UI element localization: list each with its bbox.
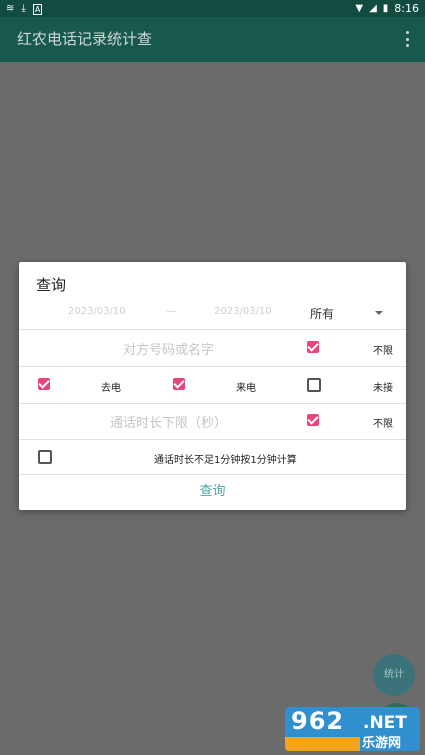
app-bar: 红农电话记录统计查 bbox=[0, 17, 425, 62]
query-dialog: 查询 2023/03/10 — 2023/03/10 所有 对方号码或名字 不限… bbox=[19, 262, 406, 510]
rounding-checkbox[interactable] bbox=[38, 450, 52, 464]
start-date-picker[interactable]: 2023/03/10 bbox=[68, 306, 126, 317]
missed-checkbox[interactable] bbox=[307, 378, 321, 392]
status-bar: ≋ ⤓ A ▼ ◢ ▮ 8:16 bbox=[0, 0, 425, 17]
call-type-select[interactable]: 所有 bbox=[310, 305, 334, 322]
stats-button[interactable]: 统计 bbox=[373, 654, 415, 696]
contact-input[interactable]: 对方号码或名字 bbox=[123, 339, 214, 358]
duration-input[interactable]: 通话时长下限（秒） bbox=[110, 412, 227, 431]
overflow-menu-icon[interactable] bbox=[403, 29, 411, 49]
end-date-picker[interactable]: 2023/03/10 bbox=[214, 306, 272, 317]
query-button[interactable]: 查询 bbox=[19, 474, 406, 510]
incoming-label: 来电 bbox=[236, 383, 256, 394]
outgoing-label: 去电 bbox=[101, 383, 121, 394]
chevron-down-icon[interactable] bbox=[375, 311, 383, 315]
dialog-title: 查询 bbox=[36, 276, 67, 294]
rounding-row: 通话时长不足1分钟按1分钟计算 bbox=[19, 439, 406, 475]
contact-filter-row: 对方号码或名字 不限 bbox=[19, 329, 406, 367]
duration-unlimited-checkbox[interactable] bbox=[307, 414, 319, 426]
call-direction-row: 去电 来电 未接 bbox=[19, 366, 406, 404]
outgoing-checkbox[interactable] bbox=[38, 378, 50, 390]
wifi-icon: ▼ bbox=[355, 2, 364, 14]
signal-icon: ≋ bbox=[6, 3, 15, 14]
app-title: 红农电话记录统计查 bbox=[17, 30, 153, 48]
watermark-logo: 962 .NET 乐游网 bbox=[285, 707, 420, 751]
watermark-number: 962 bbox=[291, 707, 345, 735]
duration-unlimited-label: 不限 bbox=[373, 419, 393, 430]
missed-label: 未接 bbox=[373, 383, 393, 394]
rounding-label: 通话时长不足1分钟按1分钟计算 bbox=[154, 455, 297, 466]
cell-signal-icon: ◢ bbox=[369, 2, 377, 14]
a-icon: A bbox=[32, 3, 43, 15]
contact-unlimited-checkbox[interactable] bbox=[307, 341, 319, 353]
contact-unlimited-label: 不限 bbox=[373, 346, 393, 357]
date-range-row: 2023/03/10 — 2023/03/10 所有 bbox=[19, 298, 406, 330]
watermark-domain: .NET bbox=[363, 713, 407, 733]
battery-icon: ▮ bbox=[382, 2, 389, 14]
duration-filter-row: 通话时长下限（秒） 不限 bbox=[19, 403, 406, 440]
query-button-row: 查询 bbox=[19, 474, 406, 510]
status-time: 8:16 bbox=[394, 2, 419, 15]
download-icon: ⤓ bbox=[21, 3, 26, 14]
incoming-checkbox[interactable] bbox=[173, 378, 185, 390]
watermark-name: 乐游网 bbox=[362, 736, 402, 751]
watermark-stripe bbox=[285, 737, 360, 751]
date-separator: — bbox=[166, 306, 176, 317]
